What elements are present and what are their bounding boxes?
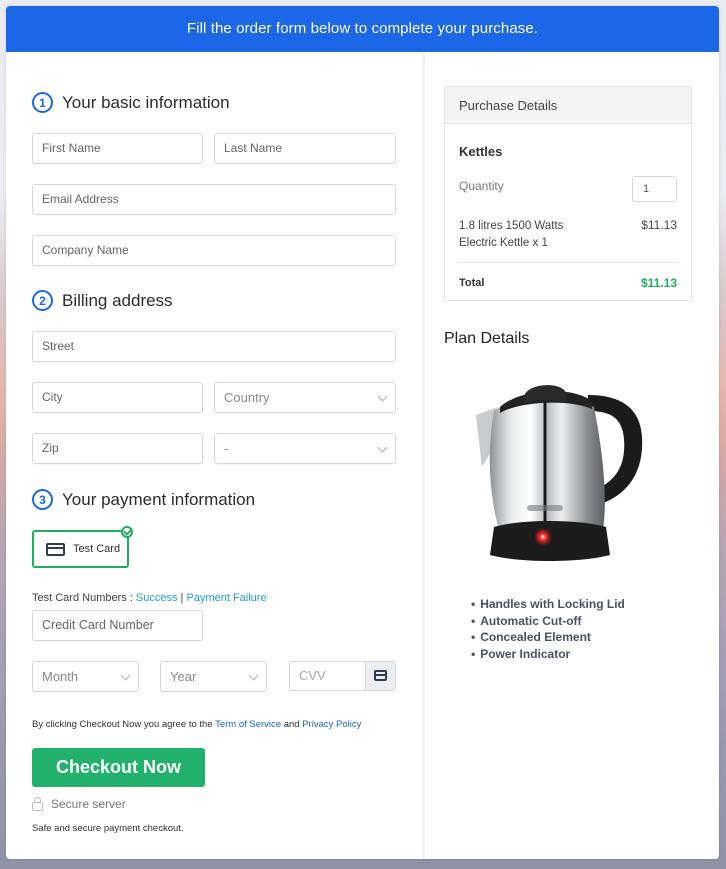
feature-item: Automatic Cut-off	[471, 613, 625, 630]
header-banner: Fill the order form below to complete yo…	[6, 6, 719, 52]
kettle-body	[489, 398, 605, 535]
credit-card-icon	[46, 542, 65, 556]
payment-failure-link[interactable]: Payment Failure	[186, 592, 266, 604]
state-select[interactable]: -	[214, 433, 396, 464]
test-card-prefix: Test Card Numbers :	[32, 592, 136, 604]
chevron-down-icon	[248, 670, 259, 681]
city-input[interactable]: City	[32, 382, 203, 413]
line-item-description: 1.8 litres 1500 Watts Electric Kettle x …	[459, 220, 564, 249]
last-name-input[interactable]: Last Name	[214, 133, 396, 164]
step-number-1: 1	[32, 92, 53, 113]
lock-icon	[32, 796, 43, 811]
power-indicator-light	[534, 528, 552, 546]
feature-item: Power Indicator	[471, 646, 625, 663]
country-select[interactable]: Country	[214, 382, 396, 413]
checkout-now-button[interactable]: Checkout Now	[32, 748, 205, 787]
feature-item: Handles with Locking Lid	[471, 596, 625, 613]
summary-divider	[459, 262, 677, 263]
step-number-2: 2	[32, 290, 53, 311]
payment-method-label: Test Card	[73, 543, 121, 555]
checkout-page: Fill the order form below to complete yo…	[6, 6, 719, 859]
line-item-price: $11.13	[641, 218, 677, 232]
secure-server-label: Secure server	[51, 797, 126, 811]
cvv-addon	[365, 662, 395, 690]
total-label: Total	[459, 277, 485, 289]
first-name-input[interactable]: First Name	[32, 133, 203, 164]
section-title: Your basic information	[62, 92, 230, 112]
chevron-down-icon	[377, 442, 388, 453]
agreement-text: By clicking Checkout Now you agree to th…	[32, 719, 216, 730]
product-title: Kettles	[459, 144, 503, 159]
email-input[interactable]: Email Address	[32, 184, 396, 215]
purchase-details-header: Purchase Details	[445, 87, 691, 124]
cvv-input-group[interactable]: CVV	[289, 661, 396, 691]
credit-card-number-input[interactable]: Credit Card Number	[32, 610, 203, 641]
expiry-month-select[interactable]: Month	[32, 661, 139, 692]
plan-details-title: Plan Details	[444, 330, 530, 347]
state-select-value: -	[224, 441, 229, 456]
step-number-3: 3	[32, 489, 53, 510]
quantity-input[interactable]: 1	[632, 176, 677, 202]
year-select-value: Year	[170, 669, 197, 684]
cvv-input[interactable]: CVV	[299, 662, 326, 690]
quantity-label: Quantity	[459, 179, 504, 193]
month-select-value: Month	[42, 669, 79, 684]
payment-method-test-card[interactable]: Test Card	[32, 526, 133, 568]
order-summary: Purchase Details Kettles Quantity 1 1.8 …	[425, 52, 719, 859]
zip-input[interactable]: Zip	[32, 433, 203, 464]
chevron-down-icon	[120, 670, 131, 681]
success-link[interactable]: Success	[136, 592, 178, 604]
chevron-down-icon	[377, 391, 388, 402]
credit-card-icon	[374, 670, 387, 681]
expiry-year-select[interactable]: Year	[160, 661, 267, 692]
terms-agreement: By clicking Checkout Now you agree to th…	[32, 719, 361, 730]
section-title: Billing address	[62, 290, 173, 310]
feature-item: Concealed Element	[471, 629, 625, 646]
order-form: 1 Your basic information First Name Last…	[6, 52, 422, 859]
section-basic-info-heading: 1 Your basic information	[32, 92, 230, 113]
safe-checkout-text: Safe and secure payment checkout.	[32, 823, 184, 834]
section-billing-heading: 2 Billing address	[32, 290, 173, 311]
total-amount: $11.13	[640, 276, 677, 290]
plan-features-list: Handles with Locking Lid Automatic Cut-o…	[471, 596, 625, 662]
secure-server-note: Secure server	[32, 796, 126, 811]
terms-of-service-link[interactable]: Term of Service	[215, 719, 281, 730]
section-payment-heading: 3 Your payment information	[32, 489, 255, 510]
section-title: Your payment information	[62, 489, 256, 509]
privacy-policy-link[interactable]: Privacy Policy	[302, 719, 361, 730]
purchase-details-card: Purchase Details Kettles Quantity 1 1.8 …	[444, 86, 692, 301]
country-select-value: Country	[224, 390, 270, 405]
company-name-input[interactable]: Company Name	[32, 235, 396, 266]
test-card-numbers: Test Card Numbers : Success | Payment Fa…	[32, 592, 267, 604]
kettle-product-image	[476, 385, 643, 561]
check-circle-icon	[121, 526, 133, 538]
agreement-text: and	[281, 719, 303, 730]
street-input[interactable]: Street	[32, 331, 396, 362]
